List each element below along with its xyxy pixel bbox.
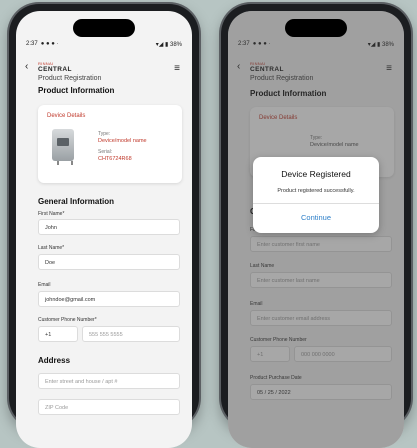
phone-number-field[interactable]: 555 555 5555 bbox=[82, 326, 180, 342]
heater-pipes bbox=[57, 161, 73, 165]
app-header: ‹ RINNAI CENTRAL ≡ Product Registration bbox=[16, 55, 192, 89]
product-information-heading: Product Information bbox=[38, 86, 115, 95]
battery-text: 38% bbox=[169, 42, 182, 48]
continue-button[interactable]: Continue bbox=[253, 213, 379, 222]
notification-icons: ● ● ● · bbox=[40, 41, 59, 47]
address-heading: Address bbox=[38, 356, 71, 365]
dialog-message: Product registered successfully. bbox=[277, 188, 355, 194]
menu-icon[interactable]: ≡ bbox=[174, 63, 180, 74]
left-phone: 2:37 ● ● ● · ▾◢ ▮ 38% ‹ RINNAI CENTRAL ≡ … bbox=[9, 4, 199, 448]
status-bar: 2:37 ● ● ● · ▾◢ ▮ 38% bbox=[26, 41, 182, 51]
back-icon[interactable]: ‹ bbox=[25, 61, 28, 72]
logo-central: CENTRAL bbox=[38, 66, 72, 73]
email-field[interactable]: johndoe@gmail.com bbox=[38, 291, 180, 307]
serial-label: Serial: bbox=[98, 149, 113, 155]
email-label: Email bbox=[38, 282, 51, 288]
phone-country-code[interactable]: +1 bbox=[38, 326, 78, 342]
street-field[interactable]: Enter street and house / apt # bbox=[38, 373, 180, 389]
phone-label: Customer Phone Number* bbox=[38, 317, 97, 323]
dynamic-island bbox=[73, 19, 135, 37]
dynamic-island bbox=[285, 19, 347, 37]
zip-field[interactable]: ZIP Code bbox=[38, 399, 180, 415]
device-details-title: Device Details bbox=[47, 113, 86, 119]
type-value: Device/model name bbox=[98, 138, 147, 144]
right-screen: 2:37 ● ● ● · ▾◢ ▮ 38% ‹ RINNAI CENTRAL ≡ … bbox=[228, 11, 404, 448]
dialog-title: Device Registered bbox=[281, 169, 351, 179]
water-heater-image bbox=[52, 129, 74, 161]
serial-value: CHT6724R68 bbox=[98, 156, 132, 162]
device-details-card: Device Details Type: Device/model name S… bbox=[38, 105, 182, 183]
signal-icon: ▾◢ ▮ bbox=[155, 42, 169, 48]
left-screen: 2:37 ● ● ● · ▾◢ ▮ 38% ‹ RINNAI CENTRAL ≡ … bbox=[16, 11, 192, 448]
dialog-divider bbox=[253, 203, 379, 204]
status-time: 2:37 bbox=[26, 41, 38, 47]
general-information-heading: General Information bbox=[38, 197, 115, 206]
device-registered-dialog: Device Registered Product registered suc… bbox=[253, 157, 379, 233]
last-name-label: Last Name* bbox=[38, 245, 65, 251]
last-name-field[interactable]: Doe bbox=[38, 254, 180, 270]
right-phone: 2:37 ● ● ● · ▾◢ ▮ 38% ‹ RINNAI CENTRAL ≡ … bbox=[221, 4, 411, 448]
page-title: Product Registration bbox=[38, 75, 102, 82]
type-label: Type: bbox=[98, 131, 111, 137]
first-name-label: First Name* bbox=[38, 211, 65, 217]
first-name-field[interactable]: John bbox=[38, 219, 180, 235]
